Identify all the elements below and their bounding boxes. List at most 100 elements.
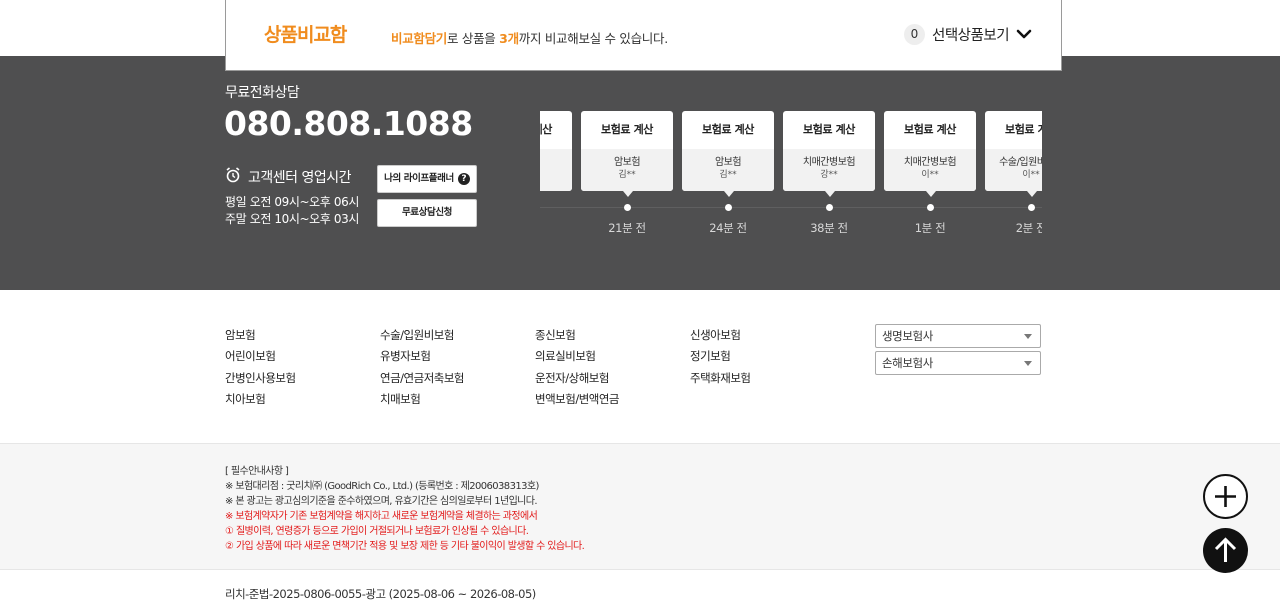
product-link[interactable]: 연금/연금저축보험 [380, 368, 465, 389]
view-selected-button[interactable]: 선택상품보기 [932, 24, 1010, 45]
ticker-card-title: 보험료 계산 [600, 123, 654, 136]
warning-line: ① 질병이력, 연령증가 등으로 가입이 거절되거나 보험료가 인상될 수 있습… [225, 526, 529, 537]
dropdown-arrow-icon [1024, 361, 1032, 366]
compare-bar: 상품비교함 비교함담기로 상품을 3개까지 비교해보실 수 있습니다. 0 선택… [225, 0, 1062, 71]
ticker-card-pointer [825, 191, 835, 197]
hours-title: 고객센터 영업시간 [248, 170, 352, 186]
timeline-dot [826, 204, 833, 211]
ticker-card: 보험료 계산암보험 [540, 111, 572, 191]
ticker-card: 보험료 계산치매간병보험이** [884, 111, 976, 197]
dropdown-arrow-icon [1024, 334, 1032, 339]
alarm-clock-icon [226, 167, 240, 183]
ticker-time-ago: 1분 전 [914, 221, 946, 235]
ticker-card-pointer [926, 191, 936, 197]
ad-review-code: 리치-준법-2025-0806-0055-광고 (2025-08-06 ~ 20… [225, 587, 536, 601]
compare-description: 비교함담기로 상품을 3개까지 비교해보실 수 있습니다. [391, 28, 668, 47]
ticker-card: 보험료 계산치매간병보험강** [783, 111, 875, 197]
arrow-up-icon [1214, 537, 1237, 562]
product-link[interactable]: 간병인사용보험 [225, 368, 296, 389]
ticker-customer: 김** [719, 170, 737, 180]
ticker-card-title: 보험료 계산 [1004, 123, 1042, 136]
nonlife-insurer-select-value: 손해보험사 [882, 356, 933, 370]
ticker-card-body: 치매간병보험이** [884, 149, 976, 191]
notice-lines: [ 필수안내사항 ] ※ 보험대리점 : 굿리치㈜ (GoodRich Co., … [225, 464, 585, 554]
ticker-time-ago: 24분 전 [709, 221, 747, 235]
ticker-card-title: 보험료 계산 [802, 123, 856, 136]
ticker-product: 암보험 [714, 157, 742, 168]
ticker-card-body: 암보험 김** [581, 149, 673, 191]
ticker-time-ago: 2분 전 [1015, 221, 1042, 235]
ticker-customer: 이** [921, 170, 939, 180]
free-call-label: 무료전화상담 [225, 85, 300, 101]
ticker-customer: 강** [820, 170, 838, 180]
ticker-card-title: 보험료 계산 [540, 123, 553, 136]
ticker-product: 치매간병보험 [802, 157, 856, 168]
ticker-card-body: 수술/입원비보험이** [985, 149, 1042, 191]
compare-desc-highlight-1: 비교함담기 [391, 31, 448, 46]
ticker-card-body: 암보험김** [682, 149, 774, 191]
ticker-card-pointer [724, 191, 734, 197]
compare-title: 상품비교함 [264, 24, 347, 46]
ticker-product: 암보험 [613, 157, 641, 168]
notice-line: [ 필수안내사항 ] [225, 466, 289, 477]
ticker-card-body: 암보험 [540, 149, 572, 191]
product-link[interactable]: 의료실비보험 [535, 346, 619, 367]
product-link[interactable]: 수술/입원비보험 [380, 325, 464, 346]
ticker-product: 수술/입원비보험 [999, 157, 1042, 168]
ticker-card-title: 보험료 계산 [701, 123, 755, 136]
product-column-2: 수술/입원비보험 유병자보험 연금/연금저축보험 치매보험 [380, 325, 465, 410]
free-consult-button[interactable]: 무료상담신청 [377, 199, 477, 227]
product-link[interactable]: 치아보험 [225, 389, 296, 410]
product-link[interactable]: 변액보험/변액연금 [535, 389, 620, 410]
legal-notice: [ 필수안내사항 ] ※ 보험대리점 : 굿리치㈜ (GoodRich Co., … [0, 443, 1280, 570]
weekend-hours: 주말 오전 10시~오후 03시 [225, 212, 359, 226]
weekday-hours: 평일 오전 09시~오후 06시 [225, 195, 359, 209]
warning-line: ② 가입 상품에 따라 새로운 면책기간 적용 및 보장 제한 등 기타 불이익… [225, 541, 585, 552]
chevron-down-icon[interactable] [1016, 28, 1032, 40]
compare-desc-part-1: 로 상품을 [447, 31, 500, 46]
timeline-dot [1028, 204, 1035, 211]
compare-desc-part-2: 까지 비교해보실 수 있습니다. [518, 31, 668, 46]
consult-band: 무료전화상담 080.808.1088 고객센터 영업시간 평일 오전 09시~… [0, 56, 1280, 290]
timeline-dot [624, 204, 631, 211]
ticker-card-title: 보험료 계산 [903, 123, 957, 136]
ticker-card-pointer [623, 191, 633, 197]
notice-line: ※ 보험대리점 : 굿리치㈜ (GoodRich Co., Ltd.) (등록번… [225, 481, 539, 492]
nonlife-insurer-select[interactable]: 손해보험사 [875, 351, 1041, 375]
ticker-card: 보험료 계산수술/입원비보험이** [985, 111, 1042, 197]
timeline-line [540, 207, 1042, 208]
life-insurer-select[interactable]: 생명보험사 [875, 324, 1041, 348]
product-link[interactable]: 운전자/상해보험 [535, 368, 619, 389]
product-link[interactable]: 신생아보험 [690, 325, 750, 346]
ticker-time-ago: 21분 전 [608, 221, 646, 235]
plus-button[interactable] [1203, 474, 1248, 519]
ticker-card-body: 치매간병보험강** [783, 149, 875, 191]
recent-calculation-ticker: 보험료 계산암보험! 보험료 계산암보험김** 21분 전 보험료 계산암보험김** 2… [540, 106, 1042, 246]
product-link[interactable]: 어린이보험 [225, 346, 296, 367]
product-link[interactable]: 정기보험 [690, 346, 750, 367]
ticker-product: 암보험 [540, 157, 572, 169]
product-column-4: 신생아보험 정기보험 주택화재보험 [690, 325, 751, 389]
life-planner-label: 나의 라이프플래너 [384, 173, 454, 184]
product-link[interactable]: 유병자보험 [380, 346, 464, 367]
notice-line: ※ 본 광고는 광고심의기준을 준수하였으며, 유효기간은 심의일로부터 1년입… [225, 496, 538, 507]
product-link[interactable]: 치매보험 [380, 389, 464, 410]
scroll-top-button[interactable] [1203, 528, 1248, 573]
product-column-1: 암보험 어린이보험 간병인사용보험 치아보험 [225, 325, 296, 410]
ticker-customer: 이** [1022, 170, 1040, 180]
compare-desc-highlight-2: 3개 [499, 31, 519, 46]
ticker-time-ago: 38분 전 [810, 221, 848, 235]
product-column-3: 종신보험 의료실비보험 운전자/상해보험 변액보험/변액연금 [535, 325, 620, 410]
question-icon: ? [457, 172, 470, 185]
compare-count-badge: 0 [904, 24, 925, 45]
ticker-card: 보험료 계산암보험김** [682, 111, 774, 197]
life-insurer-select-value: 생명보험사 [882, 329, 933, 343]
phone-number[interactable]: 080.808.1088 [224, 104, 473, 143]
product-link[interactable]: 종신보험 [535, 325, 619, 346]
product-link[interactable]: 암보험 [225, 325, 296, 346]
product-link[interactable]: 주택화재보험 [690, 368, 751, 389]
warning-line: ※ 보험계약자가 기존 보험계약을 해지하고 새로운 보험계약을 체결하는 과정… [225, 511, 538, 522]
life-planner-button[interactable]: 나의 라이프플래너? [377, 165, 477, 193]
ticker-product: 치매간병보험 [903, 157, 957, 168]
ticker-card: 보험료 계산암보험 김** [581, 111, 673, 197]
